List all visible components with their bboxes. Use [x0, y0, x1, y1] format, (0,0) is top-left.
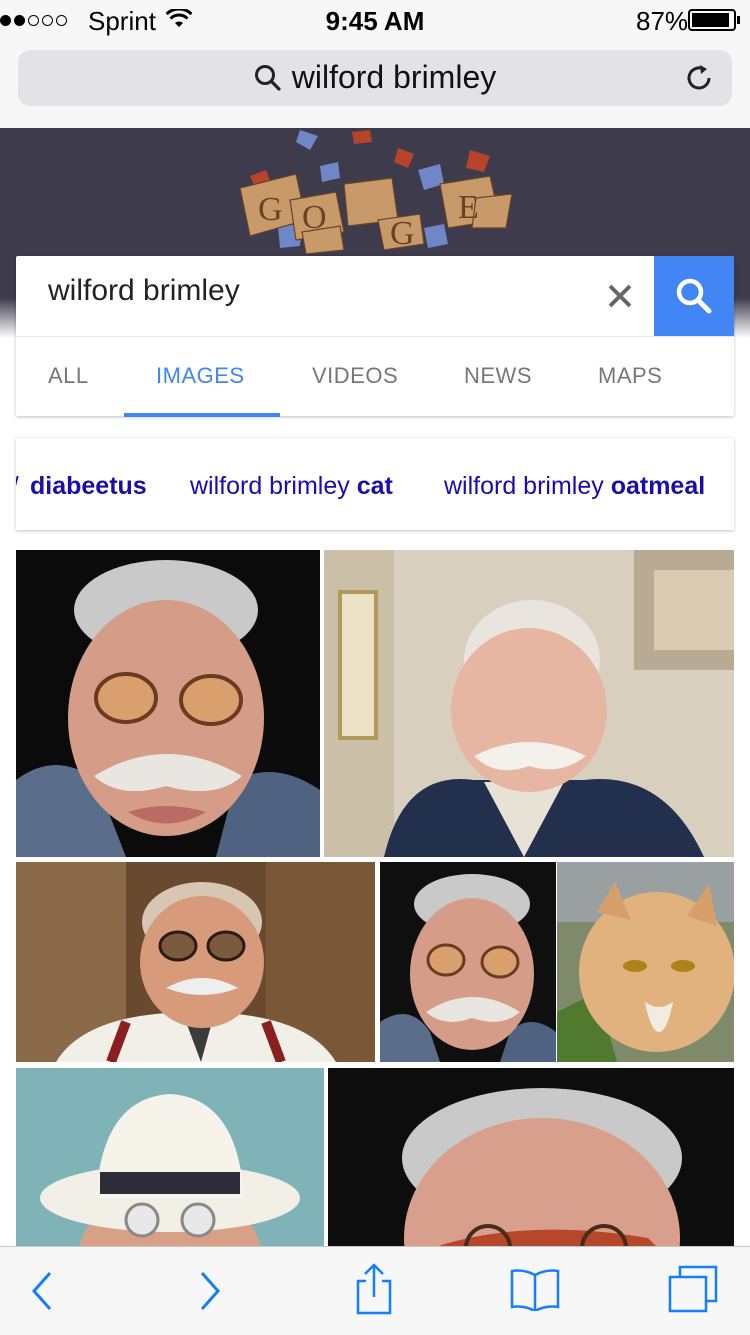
address-bar[interactable]: wilford brimley — [18, 50, 732, 106]
battery-percent: 87% — [636, 6, 689, 36]
svg-text:G: G — [258, 191, 283, 228]
tab-videos[interactable]: VIDEOS — [312, 363, 398, 389]
address-text: wilford brimley — [18, 59, 732, 96]
suggestion-chip-cat[interactable]: wilford brimley cat — [190, 472, 393, 501]
svg-text:G: G — [390, 215, 415, 252]
suggestion-chip-oatmeal[interactable]: wilford brimley oatmeal — [444, 472, 705, 501]
related-searches: diabeetus wilford brimley cat wilford br… — [16, 438, 734, 530]
active-tab-indicator — [124, 413, 280, 417]
tabs-icon[interactable] — [666, 1265, 720, 1315]
browser-toolbar — [0, 1246, 750, 1335]
close-icon — [608, 284, 632, 308]
search-input[interactable]: wilford brimley — [48, 274, 240, 308]
svg-text:O: O — [302, 199, 327, 236]
photo-man-white-hat[interactable] — [16, 1068, 324, 1248]
battery-icon — [688, 9, 740, 31]
photo-persian-cat[interactable] — [557, 862, 734, 1062]
share-icon[interactable] — [354, 1263, 394, 1315]
photo-man-glasses-closeup[interactable] — [380, 862, 556, 1062]
tab-all[interactable]: ALL — [48, 363, 89, 389]
reload-icon[interactable] — [684, 63, 714, 93]
suggestion-chip-diabeetus[interactable]: diabeetus — [30, 472, 147, 501]
tab-images[interactable]: IMAGES — [156, 363, 245, 389]
photo-man-glasses-mustache[interactable] — [16, 550, 320, 857]
back-icon[interactable] — [28, 1271, 56, 1311]
bookmarks-icon[interactable] — [508, 1267, 562, 1311]
photo-man-suspenders[interactable] — [16, 862, 375, 1062]
tab-news[interactable]: NEWS — [464, 363, 532, 389]
photo-man-forehead-closeup[interactable] — [328, 1068, 734, 1248]
search-icon — [254, 65, 281, 91]
browser-chrome: wilford brimley — [0, 40, 750, 128]
tab-maps[interactable]: MAPS — [598, 363, 662, 389]
address-query: wilford brimley — [291, 59, 497, 95]
clear-search-button[interactable] — [602, 272, 638, 323]
search-card: wilford brimley ALL IMAGES VIDEOS NEWS M… — [16, 256, 734, 417]
search-button[interactable] — [654, 256, 734, 336]
search-icon — [676, 278, 712, 314]
photo-man-vest-mustache[interactable] — [324, 550, 734, 857]
search-tabs: ALL IMAGES VIDEOS NEWS MAPS — [16, 336, 734, 417]
svg-text:E: E — [458, 189, 479, 226]
forward-icon[interactable] — [196, 1271, 224, 1311]
status-bar: Sprint 9:45 AM 87% — [0, 0, 750, 40]
